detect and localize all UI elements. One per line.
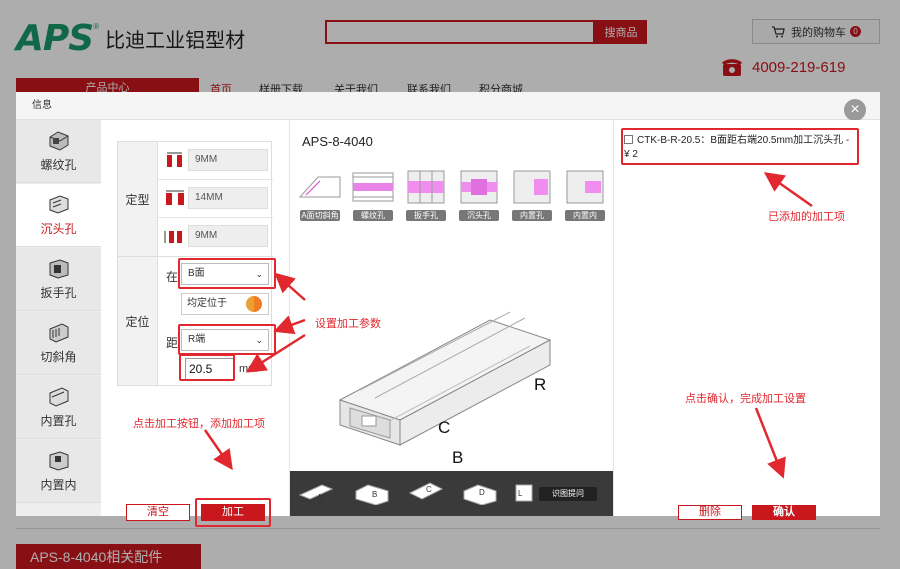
identify-image-button[interactable]: 识图提问 (539, 487, 597, 501)
thumb-inner-inside[interactable]: 内置内 (563, 167, 607, 223)
thumb-thread[interactable]: 螺纹孔 (351, 167, 395, 223)
face-D-letter: D (479, 488, 485, 497)
face-selector-bar: A B C D L 识图提问 (290, 471, 613, 516)
face-B-label: B (452, 448, 464, 467)
counterbore-thumb-icon (460, 170, 498, 204)
annotation-set-params: 设置加工参数 (315, 318, 381, 330)
dim-row: 9MM (158, 142, 273, 180)
wrench-thumb-icon (407, 170, 445, 204)
profile-model-title: APS-8-4040 (302, 134, 373, 149)
inner-inside-icon (49, 451, 68, 471)
type-label: 内置内 (40, 478, 77, 492)
dim-row: 14MM (158, 180, 273, 218)
dialog-title: 信息 (16, 92, 880, 120)
highlight-distance-input (179, 354, 235, 381)
highlight-added-item (621, 128, 859, 165)
thumb-label: 沉头孔 (459, 210, 499, 221)
type-counterbore[interactable]: 沉头孔 (16, 184, 101, 247)
thumb-label: 螺纹孔 (353, 210, 393, 221)
face-A-letter: A (317, 493, 323, 502)
thumb-inner-hole[interactable]: 内置孔 (510, 167, 554, 223)
type-label: 螺纹孔 (40, 158, 77, 172)
inner-hole-icon (49, 387, 68, 407)
process-thumbnails: A面切斜角 螺纹孔 扳手孔 沉头孔 内置孔 内置内 (298, 167, 608, 223)
bevel-thumb-icon (298, 176, 341, 198)
distance-label: 距 (166, 336, 179, 350)
inner-inside-thumb-icon (566, 170, 604, 204)
clear-button[interactable]: 清空 (126, 504, 190, 521)
type-bevel-cut[interactable]: 切斜角 (16, 312, 101, 375)
thumb-label: 扳手孔 (406, 210, 446, 221)
thread-thumb-icon (352, 172, 394, 202)
align-center-icon (246, 296, 262, 312)
type-inner-hole[interactable]: 内置孔 (16, 376, 101, 439)
highlight-end-select (178, 324, 276, 355)
on-face-label: 在 (166, 270, 179, 284)
face-C-letter: C (426, 485, 432, 494)
annotation-click-add: 点击加工按钮，添加加工项 (133, 418, 265, 430)
face-B-letter: B (372, 490, 378, 499)
parameter-panel: 定型 9MM 14MM 9MM 定位 在 B面 ⌄ 均定位于 距 R端 ⌄ 20… (101, 120, 289, 527)
thread-hole-icon (49, 131, 68, 151)
thumb-label: A面切斜角 (300, 210, 340, 221)
bevel-cut-icon (49, 323, 68, 343)
counterbore-diameter-icon (166, 190, 184, 205)
added-process-panel: CTK-B-R-20.5：B面距右端20.5mm加工沉头孔 - ¥ 2 删除 确… (614, 120, 880, 520)
wrench-hole-icon (49, 259, 68, 279)
delete-button[interactable]: 删除 (678, 505, 742, 520)
face-L-letter: L (518, 489, 523, 498)
dim-row: 9MM (158, 218, 273, 256)
annotation-click-confirm: 点击确认，完成加工设置 (685, 393, 806, 405)
dim-field-2[interactable]: 14MM (188, 187, 268, 209)
thumb-wrench[interactable]: 扳手孔 (404, 167, 448, 223)
annotation-added-items: 已添加的加工项 (768, 211, 845, 223)
process-type-list: 螺纹孔 沉头孔 扳手孔 切斜角 内置孔 内置内 (16, 120, 101, 516)
processing-dialog: 信息 × 螺纹孔 沉头孔 扳手孔 切斜角 内置孔 内置内 定型 9MM 14MM… (16, 92, 880, 527)
thumb-bevel[interactable]: A面切斜角 (298, 167, 342, 223)
counterbore-depth-icon (164, 231, 182, 243)
thumb-counterbore[interactable]: 沉头孔 (457, 167, 501, 223)
close-button[interactable]: × (844, 99, 866, 121)
face-A-chip[interactable] (298, 481, 334, 505)
inner-hole-thumb-icon (513, 170, 551, 204)
axis-R-label: R (534, 375, 547, 394)
group-shape-label: 定型 (118, 142, 158, 256)
dim-field-1[interactable]: 9MM (188, 149, 268, 171)
thumb-label: 内置孔 (512, 210, 552, 221)
type-wrench-hole[interactable]: 扳手孔 (16, 248, 101, 311)
align-center-toggle[interactable]: 均定位于 (181, 293, 269, 315)
type-label: 扳手孔 (40, 286, 77, 300)
highlight-face-select (178, 258, 276, 289)
dim-field-3[interactable]: 9MM (188, 225, 268, 247)
hole-diameter-icon (167, 152, 182, 167)
type-label: 内置孔 (40, 414, 77, 428)
confirm-button[interactable]: 确认 (752, 505, 816, 520)
type-thread-hole[interactable]: 螺纹孔 (16, 120, 101, 183)
face-L-chip[interactable] (512, 481, 536, 505)
type-label: 沉头孔 (40, 222, 77, 236)
thumb-label: 内置内 (565, 210, 605, 221)
type-inner-inside[interactable]: 内置内 (16, 440, 101, 503)
counterbore-icon (49, 195, 68, 214)
type-label: 切斜角 (40, 350, 77, 364)
distance-unit: mm (239, 363, 258, 375)
align-label: 均定位于 (187, 298, 227, 309)
face-C-label: C (438, 418, 451, 437)
highlight-add-button (195, 498, 271, 527)
group-position-label: 定位 (118, 257, 158, 385)
